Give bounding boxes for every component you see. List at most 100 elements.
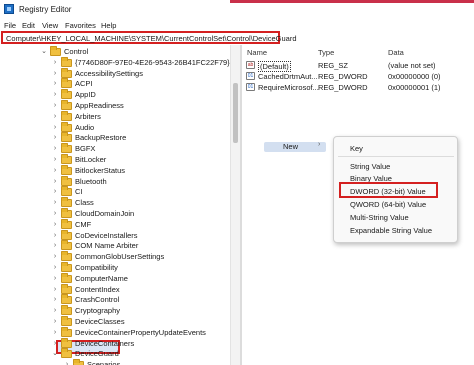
chevron-right-icon[interactable]: ›: [51, 57, 59, 68]
tree-item[interactable]: › CloudDomainJoin: [0, 208, 230, 219]
folder-icon: [61, 251, 72, 262]
chevron-right-icon[interactable]: ›: [51, 208, 59, 219]
value-row-default[interactable]: ab (Default) REG_SZ (value not set): [246, 60, 466, 72]
context-menu-new-label: New: [283, 142, 299, 151]
title-accent-strip: [230, 0, 474, 3]
tree-item[interactable]: › Compatibility: [0, 262, 230, 273]
tree-item[interactable]: › CrashControl: [0, 294, 230, 305]
chevron-right-icon[interactable]: ›: [51, 186, 59, 197]
tree-item[interactable]: › Scenarios: [0, 359, 230, 365]
chevron-right-icon[interactable]: ›: [51, 251, 59, 262]
chevron-right-icon[interactable]: ›: [51, 262, 59, 273]
chevron-right-icon[interactable]: ›: [51, 230, 59, 241]
tree-item-selected[interactable]: ⌄ DeviceGuard: [0, 348, 230, 359]
tree-item-label: CI: [75, 187, 83, 197]
chevron-right-icon[interactable]: ›: [51, 111, 59, 122]
tree-item[interactable]: › BitLocker: [0, 154, 230, 165]
chevron-right-icon[interactable]: ›: [51, 240, 59, 251]
chevron-right-icon[interactable]: ›: [51, 294, 59, 305]
chevron-right-icon[interactable]: ›: [51, 165, 59, 176]
tree-item[interactable]: › DeviceClasses: [0, 316, 230, 327]
folder-icon: [61, 316, 72, 326]
folder-icon: [61, 143, 72, 154]
dword-highlight-box: [339, 182, 438, 198]
chevron-right-icon[interactable]: ›: [51, 327, 59, 338]
menu-view[interactable]: View: [42, 21, 58, 30]
tree-item-label: Cryptography: [75, 306, 121, 316]
folder-icon: [61, 229, 72, 240]
tree-item[interactable]: › CoDeviceInstallers: [0, 229, 230, 241]
tree-item-label: DeviceClasses: [75, 317, 125, 326]
chevron-right-icon[interactable]: ›: [51, 316, 59, 327]
submenu-key[interactable]: Key: [350, 144, 363, 153]
tree-item[interactable]: ⌄ Control: [0, 46, 230, 57]
tree-scroll-thumb[interactable]: [233, 83, 238, 143]
tree-item[interactable]: › COM Name Arbiter: [0, 240, 230, 251]
chevron-right-icon[interactable]: ›: [51, 273, 59, 284]
menu-help[interactable]: Help: [101, 21, 116, 30]
submenu-qword-value[interactable]: QWORD (64-bit) Value: [350, 200, 426, 209]
tree-item[interactable]: › DeviceContainerPropertyUpdateEvents: [0, 326, 230, 338]
chevron-right-icon[interactable]: ›: [51, 154, 59, 165]
tree-item[interactable]: › Arbiters: [0, 110, 230, 122]
chevron-right-icon[interactable]: ›: [51, 100, 59, 111]
menu-edit[interactable]: Edit: [22, 21, 35, 30]
value-row-require[interactable]: 01 RequireMicrosof... REG_DWORD 0x000000…: [246, 82, 466, 93]
folder-icon: [61, 110, 72, 121]
tree-item[interactable]: › AppID: [0, 89, 230, 100]
registry-editor-app-icon: [4, 4, 14, 14]
tree-item[interactable]: › Cryptography: [0, 305, 230, 316]
submenu-expandable-string-value[interactable]: Expandable String Value: [350, 226, 432, 235]
value-type: REG_DWORD: [318, 83, 368, 92]
chevron-right-icon[interactable]: ›: [51, 143, 59, 154]
chevron-right-icon[interactable]: ›: [51, 176, 59, 187]
tree-item[interactable]: › DeviceContainers: [0, 337, 230, 349]
chevron-right-icon[interactable]: ›: [51, 197, 59, 208]
tree-item[interactable]: › BitlockerStatus: [0, 164, 230, 176]
chevron-right-icon[interactable]: ›: [51, 122, 59, 133]
tree-item-label: Audio: [75, 122, 95, 132]
chevron-down-icon[interactable]: ⌄: [40, 46, 48, 57]
tree-item[interactable]: › ComputerName: [0, 272, 230, 284]
submenu-multi-string-value[interactable]: Multi-String Value: [350, 213, 409, 222]
submenu-string-value[interactable]: String Value: [350, 162, 390, 171]
binary-value-icon: 01: [246, 72, 255, 80]
tree-item-label: ComputerName: [75, 273, 128, 283]
column-header-name[interactable]: Name: [247, 48, 267, 57]
chevron-down-icon[interactable]: ⌄: [51, 348, 59, 359]
tree-item[interactable]: › AccessibilitySettings: [0, 67, 230, 79]
chevron-right-icon[interactable]: ›: [51, 305, 59, 316]
tree-item[interactable]: › Bluetooth: [0, 175, 230, 187]
menu-favorites[interactable]: Favorites: [65, 21, 96, 30]
chevron-right-icon[interactable]: ›: [51, 89, 59, 100]
chevron-right-icon[interactable]: ›: [51, 284, 59, 295]
value-row-cached[interactable]: 01 CachedDrtmAut... REG_DWORD 0x00000000…: [246, 71, 466, 82]
tree-item[interactable]: › BGFX: [0, 143, 230, 154]
tree-item[interactable]: › ACPI: [0, 78, 230, 89]
tree-item[interactable]: › CMF: [0, 218, 230, 230]
chevron-right-icon[interactable]: ›: [51, 219, 59, 230]
chevron-right-icon[interactable]: ›: [63, 359, 71, 365]
key-tree-pane: ⌄ Control › {7746D80F-97E0-4E26-9543-26B41F…: [0, 45, 240, 365]
chevron-right-icon[interactable]: ›: [51, 78, 59, 89]
folder-icon: [61, 240, 72, 251]
address-bar[interactable]: Computer\HKEY_LOCAL_MACHINE\SYSTEM\Curre…: [1, 31, 297, 44]
column-header-data[interactable]: Data: [388, 48, 404, 57]
menu-file[interactable]: File: [4, 21, 16, 30]
folder-icon: [61, 132, 72, 143]
tree-item[interactable]: › {7746D80F-97E0-4E26-9543-26B41FC22F79}: [0, 56, 230, 68]
tree-item[interactable]: › CI: [0, 186, 230, 197]
chevron-right-icon[interactable]: ›: [51, 338, 59, 349]
tree-scrollbar[interactable]: [230, 45, 240, 365]
tree-item-label: BitlockerStatus: [75, 165, 126, 175]
tree-item[interactable]: › Class: [0, 197, 230, 208]
tree-item[interactable]: › ContentIndex: [0, 283, 230, 295]
folder-icon: [61, 218, 72, 229]
chevron-right-icon[interactable]: ›: [51, 68, 59, 79]
tree-item[interactable]: › CommonGlobUserSettings: [0, 251, 230, 262]
tree-item[interactable]: › AppReadiness: [0, 100, 230, 111]
tree-item[interactable]: › BackupRestore: [0, 132, 230, 143]
chevron-right-icon[interactable]: ›: [51, 132, 59, 143]
tree-item[interactable]: › Audio: [0, 121, 230, 133]
column-header-type[interactable]: Type: [318, 48, 334, 57]
